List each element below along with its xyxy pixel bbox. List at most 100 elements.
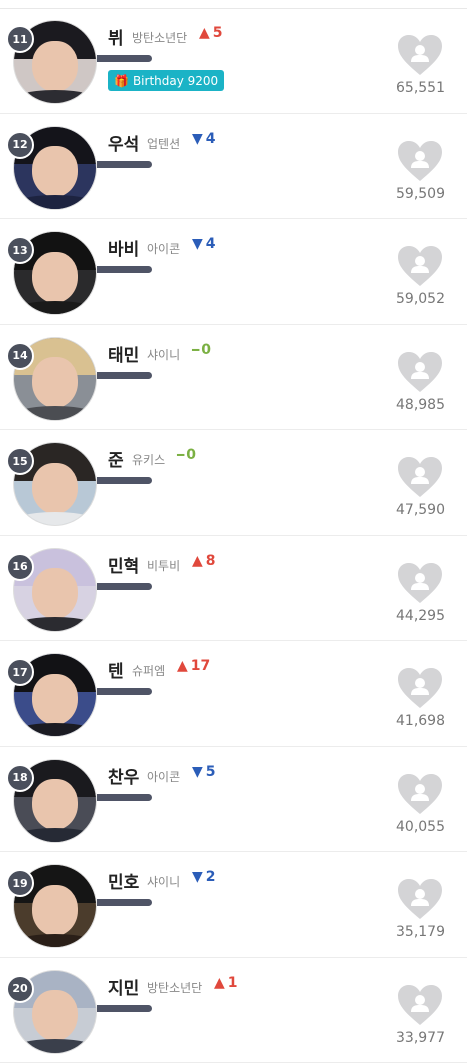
vote-bar	[97, 1005, 152, 1012]
vote-count: 41,698	[396, 713, 445, 729]
avatar-face	[32, 146, 78, 197]
gift-icon: 🎁	[114, 74, 129, 88]
rank-change: ▲ 5	[199, 25, 223, 41]
rank-number: 17	[6, 658, 34, 686]
group-name: 업텐션	[147, 135, 180, 152]
rank-change: ▼ 2	[192, 869, 216, 885]
rank-change: ▼ 4	[192, 131, 216, 147]
triangle-up-icon: ▲	[214, 975, 225, 991]
group-name: 비투비	[147, 557, 180, 574]
idol-name[interactable]: 텐	[108, 657, 124, 682]
vote-bar	[97, 477, 152, 484]
group-name: 방탄소년단	[147, 979, 202, 996]
avatar-shoulders	[13, 406, 97, 420]
change-value: 5	[206, 764, 216, 780]
ranking-row[interactable]: 12 우석 업텐션 ▼ 4 59,509	[0, 114, 467, 220]
idol-name[interactable]: 바비	[108, 235, 139, 260]
rank-number: 14	[6, 342, 34, 370]
idol-name[interactable]: 준	[108, 446, 124, 471]
birthday-badge[interactable]: 🎁 Birthday 9200	[108, 70, 224, 91]
dash-icon: ━	[192, 343, 198, 357]
heart-with-person-icon[interactable]	[397, 773, 443, 815]
heart-with-person-icon[interactable]	[397, 140, 443, 182]
idol-name[interactable]: 지민	[108, 974, 139, 999]
idol-name[interactable]: 민혁	[108, 552, 139, 577]
ranking-row[interactable]: 14 태민 샤이니 ━ 0 48,985	[0, 325, 467, 431]
avatar-shoulders	[13, 723, 97, 737]
change-value: 17	[191, 658, 210, 674]
change-value: 8	[206, 553, 216, 569]
vote-count: 33,977	[396, 1030, 445, 1046]
vote-count: 40,055	[396, 819, 445, 835]
rank-number: 12	[6, 131, 34, 159]
triangle-down-icon: ▼	[192, 236, 203, 252]
ranking-row[interactable]: 11 뷔 방탄소년단 ▲ 5 65,551 🎁 Birthday 9200	[0, 8, 467, 114]
ranking-row[interactable]: 20 지민 방탄소년단 ▲ 1 33,977	[0, 958, 467, 1063]
rank-change: ━ 0	[177, 447, 196, 463]
avatar-face	[32, 674, 78, 725]
heart-with-person-icon[interactable]	[397, 878, 443, 920]
avatar-face	[32, 463, 78, 514]
idol-name[interactable]: 태민	[108, 341, 139, 366]
heart-with-person-icon[interactable]	[397, 562, 443, 604]
vote-bar	[97, 899, 152, 906]
ranking-list: 11 뷔 방탄소년단 ▲ 5 65,551 🎁 Birthday 9200 12 …	[0, 8, 467, 1063]
idol-name[interactable]: 찬우	[108, 763, 139, 788]
rank-change: ▲ 17	[177, 658, 210, 674]
heart-with-person-icon[interactable]	[397, 984, 443, 1026]
avatar-face	[32, 990, 78, 1041]
idol-name[interactable]: 우석	[108, 130, 139, 155]
vote-bar	[97, 372, 152, 379]
rank-number: 11	[6, 25, 34, 53]
ranking-row[interactable]: 18 찬우 아이콘 ▼ 5 40,055	[0, 747, 467, 853]
rank-number: 15	[6, 447, 34, 475]
change-value: 0	[201, 342, 211, 358]
heart-with-person-icon[interactable]	[397, 667, 443, 709]
avatar-shoulders	[13, 90, 97, 104]
rank-number: 18	[6, 764, 34, 792]
change-value: 4	[206, 236, 216, 252]
vote-bar	[97, 794, 152, 801]
group-name: 슈퍼엠	[132, 662, 165, 679]
heart-with-person-icon[interactable]	[397, 351, 443, 393]
vote-count: 44,295	[396, 608, 445, 624]
avatar-shoulders	[13, 934, 97, 948]
rank-change: ▼ 4	[192, 236, 216, 252]
rank-number: 19	[6, 869, 34, 897]
vote-bar	[97, 266, 152, 273]
avatar-shoulders	[13, 1039, 97, 1053]
avatar-face	[32, 568, 78, 619]
ranking-row[interactable]: 17 텐 슈퍼엠 ▲ 17 41,698	[0, 641, 467, 747]
change-value: 5	[213, 25, 223, 41]
idol-name[interactable]: 민호	[108, 868, 139, 893]
ranking-row[interactable]: 16 민혁 비투비 ▲ 8 44,295	[0, 536, 467, 642]
vote-count: 65,551	[396, 80, 445, 96]
ranking-row[interactable]: 13 바비 아이콘 ▼ 4 59,052	[0, 219, 467, 325]
vote-count: 47,590	[396, 502, 445, 518]
heart-with-person-icon[interactable]	[397, 34, 443, 76]
rank-change: ▼ 5	[192, 764, 216, 780]
triangle-up-icon: ▲	[199, 25, 210, 41]
badge-label: Birthday 9200	[133, 74, 218, 88]
triangle-up-icon: ▲	[192, 553, 203, 569]
avatar-face	[32, 779, 78, 830]
change-value: 4	[206, 131, 216, 147]
vote-count: 48,985	[396, 397, 445, 413]
vote-bar	[97, 55, 152, 62]
group-name: 아이콘	[147, 240, 180, 257]
triangle-down-icon: ▼	[192, 131, 203, 147]
vote-count: 59,509	[396, 186, 445, 202]
avatar-face	[32, 357, 78, 408]
ranking-row[interactable]: 15 준 유키스 ━ 0 47,590	[0, 430, 467, 536]
ranking-row[interactable]: 19 민호 샤이니 ▼ 2 35,179	[0, 852, 467, 958]
heart-with-person-icon[interactable]	[397, 245, 443, 287]
group-name: 방탄소년단	[132, 29, 187, 46]
vote-bar	[97, 583, 152, 590]
group-name: 샤이니	[147, 873, 180, 890]
avatar-shoulders	[13, 195, 97, 209]
vote-count: 59,052	[396, 291, 445, 307]
idol-name[interactable]: 뷔	[108, 24, 124, 49]
heart-with-person-icon[interactable]	[397, 456, 443, 498]
triangle-up-icon: ▲	[177, 658, 188, 674]
change-value: 2	[206, 869, 216, 885]
